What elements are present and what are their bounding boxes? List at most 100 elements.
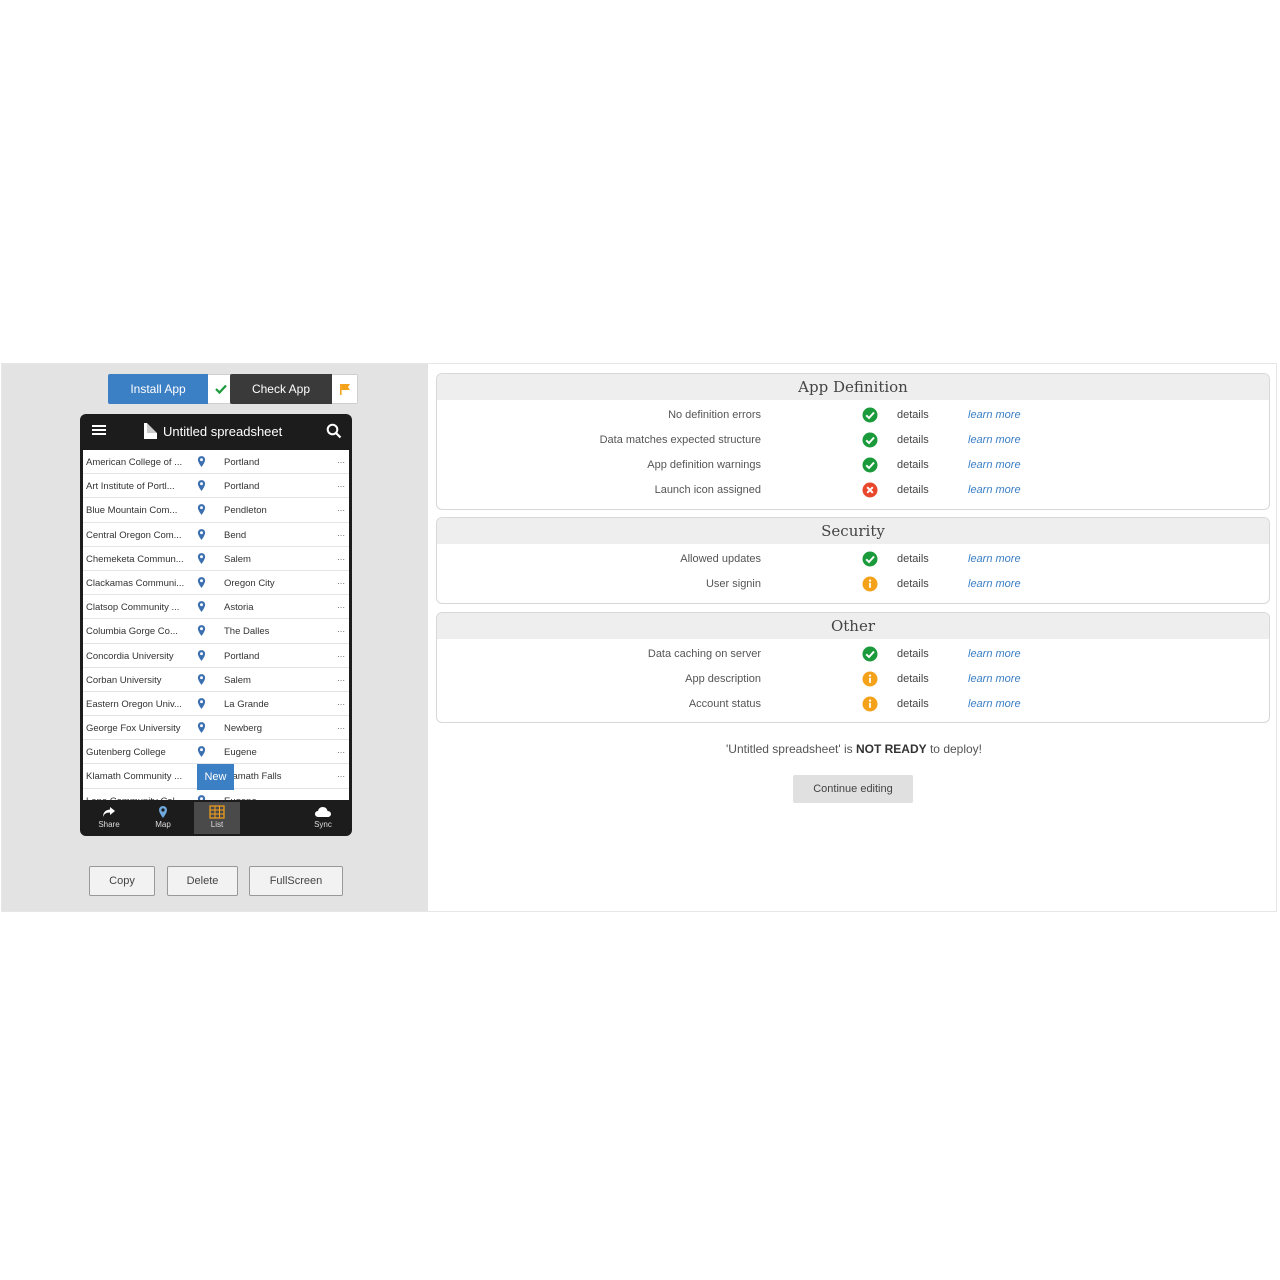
check-item-label: User signin (705, 578, 761, 590)
map-pin-icon (197, 528, 206, 540)
list-item-city: Portland (224, 457, 260, 468)
check-item-label: Account status (688, 698, 761, 710)
details-link[interactable]: details (897, 673, 929, 685)
security-panel: Security Allowed updates details learn mor… (436, 517, 1270, 604)
check-item: App definition warnings details learn more (437, 453, 1269, 478)
check-circle-icon (862, 432, 878, 448)
details-link[interactable]: details (897, 434, 929, 446)
check-item: App description details learn more (437, 667, 1269, 692)
list-item-name: Clatsop Community ... (86, 602, 180, 614)
share-button[interactable]: Share (86, 802, 132, 834)
info-circle-icon (862, 671, 878, 687)
continue-editing-button[interactable]: Continue editing (793, 775, 913, 803)
map-button[interactable]: Map (140, 802, 186, 834)
check-app-button[interactable]: Check App (230, 374, 358, 404)
list-item[interactable]: Clackamas Communi... Oregon City... (83, 571, 349, 596)
list-item[interactable]: American College of ... Portland... (83, 450, 349, 475)
list-item-name: George Fox University (86, 723, 181, 735)
record-list[interactable]: American College of ... Portland... Art In… (83, 450, 349, 800)
learn-more-link[interactable]: learn more (968, 459, 1021, 471)
details-link[interactable]: details (897, 459, 929, 471)
list-item[interactable]: Chemeketa Commun... Salem... (83, 547, 349, 571)
list-item[interactable]: Gutenberg College Eugene... (83, 740, 349, 765)
status-prefix: 'Untitled spreadsheet' is (725, 742, 856, 756)
details-link[interactable]: details (897, 409, 929, 421)
check-item: Allowed updates details learn more (437, 547, 1269, 572)
check-item: Data matches expected structure details le… (437, 428, 1269, 453)
learn-more-link[interactable]: learn more (968, 698, 1021, 710)
check-item-label: Allowed updates (680, 553, 761, 565)
list-item[interactable]: Art Institute of Portl... Portland... (83, 474, 349, 499)
learn-more-link[interactable]: learn more (968, 553, 1021, 565)
details-link[interactable]: details (897, 578, 929, 590)
list-item-city: La Grande (224, 698, 269, 710)
list-label: List (210, 820, 224, 829)
learn-more-link[interactable]: learn more (968, 673, 1021, 685)
map-pin-icon (197, 673, 206, 685)
check-item-label: App definition warnings (647, 459, 761, 471)
app-definition-items: No definition errors details learn more Dat… (437, 400, 1269, 503)
info-circle-icon (862, 576, 878, 592)
security-title: Security (437, 518, 1269, 544)
map-label: Map (155, 820, 171, 829)
details-link[interactable]: details (897, 484, 929, 496)
row-more: ... (337, 479, 345, 491)
security-items: Allowed updates details learn more User sig… (437, 544, 1269, 597)
phone-footer: Share Map List Sync (80, 800, 352, 836)
map-pin-icon (197, 601, 206, 613)
menu-icon[interactable] (92, 423, 106, 437)
check-item-label: Launch icon assigned (654, 484, 761, 496)
list-item-city: Astoria (224, 602, 254, 614)
learn-more-link[interactable]: learn more (968, 648, 1021, 660)
row-more: ... (337, 600, 345, 612)
map-pin-icon (197, 625, 206, 637)
delete-button[interactable]: Delete (167, 866, 238, 896)
learn-more-link[interactable]: learn more (968, 578, 1021, 590)
check-results-pane: App Definition No definition errors detai… (428, 364, 1276, 911)
list-button[interactable]: List (194, 802, 240, 834)
map-pin-icon (197, 552, 206, 564)
details-link[interactable]: details (897, 698, 929, 710)
list-item[interactable]: George Fox University Newberg... (83, 716, 349, 741)
details-link[interactable]: details (897, 648, 929, 660)
list-item-city: Salem (224, 674, 251, 686)
list-item-name: Chemeketa Commun... (86, 553, 184, 565)
check-item: Account status details learn more (437, 692, 1269, 717)
map-pin-icon (197, 504, 206, 516)
copy-button[interactable]: Copy (89, 866, 155, 896)
row-more: ... (337, 745, 345, 757)
learn-more-link[interactable]: learn more (968, 409, 1021, 421)
list-item[interactable]: Corban University Salem... (83, 668, 349, 692)
list-grid-icon (209, 805, 225, 819)
search-icon[interactable] (326, 423, 342, 439)
row-more: ... (337, 721, 345, 733)
row-more: ... (337, 575, 345, 587)
install-app-button[interactable]: Install App (108, 374, 234, 404)
sync-button[interactable]: Sync (300, 802, 346, 834)
list-item[interactable]: Columbia Gorge Co... The Dalles... (83, 619, 349, 644)
list-item-name: Central Oregon Com... (86, 529, 182, 541)
learn-more-link[interactable]: learn more (968, 484, 1021, 496)
row-more: ... (337, 551, 345, 563)
map-pin-icon (197, 722, 206, 733)
list-item-city: The Dalles (224, 626, 270, 638)
check-item-label: Data caching on server (647, 648, 761, 660)
list-item[interactable]: Central Oregon Com... Bend... (83, 523, 349, 547)
list-item[interactable]: Clatsop Community ... Astoria... (83, 595, 349, 620)
fullscreen-button[interactable]: FullScreen (249, 866, 343, 896)
details-link[interactable]: details (897, 553, 929, 565)
new-record-button[interactable]: New (197, 764, 234, 790)
list-item[interactable]: Lane Community Col...Eugene... (83, 789, 349, 800)
list-item[interactable]: Concordia University Portland... (83, 644, 349, 668)
check-app-label: Check App (230, 374, 332, 404)
list-item[interactable]: Eastern Oregon Univ... La Grande... (83, 692, 349, 717)
phone-header: Untitled spreadsheet (80, 414, 352, 448)
check-item-label: No definition errors (668, 409, 761, 421)
app-definition-panel: App Definition No definition errors detai… (436, 373, 1270, 510)
preview-pane: Install App Check App Untitled spreadshe… (2, 364, 428, 911)
learn-more-link[interactable]: learn more (968, 434, 1021, 446)
list-item-name: Eastern Oregon Univ... (86, 698, 182, 710)
list-item[interactable]: Blue Mountain Com... Pendleton... (83, 498, 349, 523)
install-app-label: Install App (108, 374, 208, 404)
row-more: ... (337, 696, 345, 708)
